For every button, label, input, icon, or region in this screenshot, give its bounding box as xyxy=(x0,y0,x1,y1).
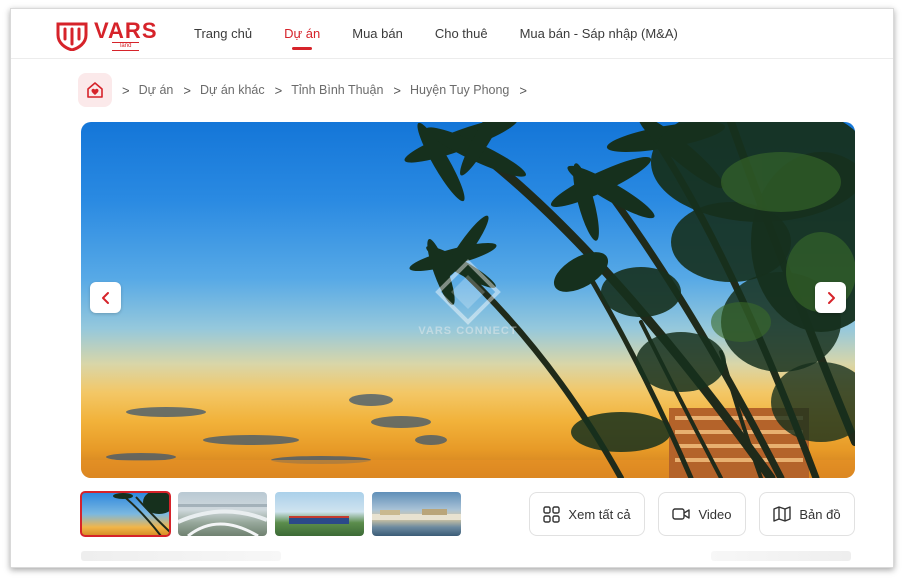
top-navigation: VARS land Trang chủ Dự án Mua bán Cho th… xyxy=(11,9,893,59)
breadcrumb-separator: > xyxy=(183,82,191,98)
thumbnail-coastal-town[interactable] xyxy=(372,492,461,536)
video-label: Video xyxy=(698,506,732,522)
vars-logo-icon xyxy=(56,22,88,51)
watermark-logo-icon xyxy=(435,259,501,325)
grid-icon xyxy=(543,505,561,523)
view-all-button[interactable]: Xem tất cả xyxy=(529,492,645,536)
breadcrumb-separator: > xyxy=(393,82,402,98)
video-camera-icon xyxy=(672,508,691,520)
breadcrumb-separator: > xyxy=(274,82,283,98)
nav-item-projects[interactable]: Dự án xyxy=(284,26,320,50)
main-nav: Trang chủ Dự án Mua bán Cho thuê Mua bán… xyxy=(194,26,710,50)
nav-item-rent[interactable]: Cho thuê xyxy=(435,26,488,41)
nav-item-mna[interactable]: Mua bán - Sáp nhập (M&A) xyxy=(520,26,678,41)
chevron-left-icon xyxy=(101,291,109,304)
logo-tagline: land xyxy=(112,42,140,51)
gallery-next-button[interactable] xyxy=(815,282,846,313)
view-all-label: Xem tất cả xyxy=(568,506,631,522)
map-label: Bản đồ xyxy=(799,506,841,522)
home-heart-icon xyxy=(87,82,103,98)
breadcrumb-item-district[interactable]: Huyện Tuy Phong xyxy=(410,83,509,97)
thumbnail-highway-interchange[interactable] xyxy=(178,492,267,536)
breadcrumb: > Dự án > Dự án khác > Tỉnh Bình Thuận >… xyxy=(78,73,536,107)
thumbnail-train-field[interactable] xyxy=(275,492,364,536)
gallery-main-image[interactable]: VARS CONNECT xyxy=(81,122,855,478)
breadcrumb-item-projects[interactable]: Dự án xyxy=(139,83,174,97)
breadcrumb-item-province[interactable]: Tỉnh Bình Thuận xyxy=(291,83,383,97)
breadcrumb-item-other-projects[interactable]: Dự án khác xyxy=(200,83,265,97)
map-button[interactable]: Bản đồ xyxy=(759,492,855,536)
browser-window: VARS land Trang chủ Dự án Mua bán Cho th… xyxy=(10,8,894,568)
cut-off-meta-placeholder xyxy=(711,551,851,561)
thumbnail-highway-interchange-image xyxy=(178,504,267,536)
map-icon xyxy=(773,506,792,522)
thumbnail-beach-palms[interactable] xyxy=(80,491,171,537)
thumbnail-train-field-image xyxy=(289,516,349,524)
nav-item-buy-sell[interactable]: Mua bán xyxy=(352,26,403,41)
breadcrumb-home-button[interactable] xyxy=(78,73,112,107)
video-button[interactable]: Video xyxy=(658,492,746,536)
gallery-prev-button[interactable] xyxy=(90,282,121,313)
gallery-thumbnails xyxy=(80,491,469,537)
nav-item-home[interactable]: Trang chủ xyxy=(194,26,252,41)
vars-connect-watermark: VARS CONNECT xyxy=(403,257,533,347)
breadcrumb-separator: > xyxy=(122,82,130,98)
cut-off-title-placeholder xyxy=(81,551,281,561)
thumbnail-coastal-town-image xyxy=(372,509,461,520)
thumbnail-beach-palms-image xyxy=(113,492,170,536)
watermark-text: VARS CONNECT xyxy=(418,325,518,337)
chevron-right-icon xyxy=(827,291,835,304)
vars-logo[interactable]: VARS land xyxy=(56,18,158,51)
logo-wordmark: VARS xyxy=(94,18,158,43)
breadcrumb-separator: > xyxy=(519,82,527,98)
